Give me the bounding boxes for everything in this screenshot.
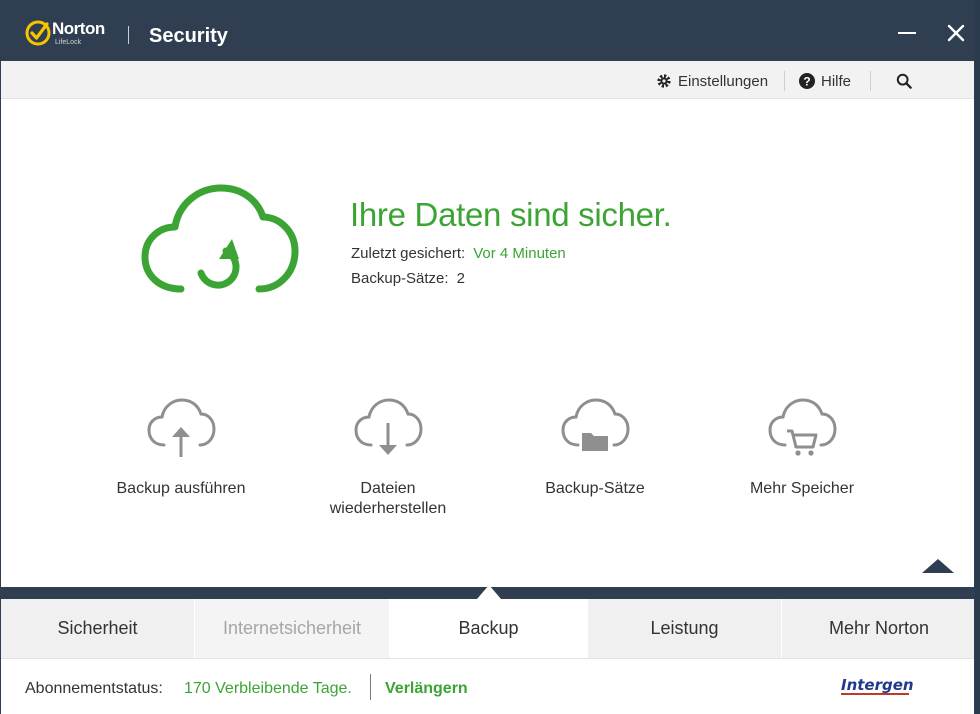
restore-files-label: Dateien wiederherstellen: [329, 480, 447, 517]
renew-link[interactable]: Verlängern: [385, 679, 468, 699]
title-bar: Norton LifeLock Security: [1, 1, 974, 61]
help-button[interactable]: ? Hilfe: [799, 71, 851, 91]
last-backup-row: Zuletzt gesichert: Vor 4 Minuten: [351, 244, 566, 264]
norton-window: Norton LifeLock Security Einstellungen ?…: [0, 0, 975, 714]
brand-name: Norton: [52, 19, 105, 38]
settings-label: Einstellungen: [678, 72, 769, 90]
backup-panel: Ihre Daten sind sicher. Zuletzt gesicher…: [1, 99, 974, 587]
restore-files-button[interactable]: Dateien wiederherstellen: [288, 397, 488, 519]
tab-backup[interactable]: Backup: [390, 599, 588, 658]
settings-button[interactable]: Einstellungen: [656, 71, 768, 91]
active-tab-pointer: [477, 585, 501, 599]
subscription-days-remaining: 170 Verbleibende Tage.: [184, 680, 352, 697]
tab-bar: Sicherheit Internetsicherheit Backup Lei…: [1, 599, 974, 658]
tab-sicherheit[interactable]: Sicherheit: [1, 599, 195, 658]
minimize-button[interactable]: [894, 19, 922, 47]
help-label: Hilfe: [821, 72, 852, 90]
toolbar: Einstellungen ? Hilfe: [1, 61, 974, 99]
app-title: Security: [149, 25, 228, 47]
backup-sets-button[interactable]: Backup-Sätze: [495, 397, 695, 499]
watermark-text: Intergend: [841, 676, 913, 694]
search-icon: [896, 73, 912, 89]
cloud-upload-icon: [147, 398, 216, 457]
toolbar-divider: [784, 71, 785, 91]
cloud-cart-icon: [768, 398, 837, 456]
backup-sets-label: Backup-Sätze:: [351, 270, 449, 287]
subscription-status-label: Abonnementstatus:: [25, 680, 163, 697]
gear-icon: [657, 74, 671, 88]
backup-sets-action-label: Backup-Sätze: [545, 480, 645, 497]
status-divider: [370, 674, 371, 700]
status-headline: Ihre Daten sind sicher.: [350, 196, 672, 233]
cloud-download-icon: [354, 398, 423, 455]
close-icon[interactable]: [942, 19, 970, 47]
more-storage-button[interactable]: Mehr Speicher: [702, 397, 902, 499]
intergend-logo: Intergend: [841, 676, 913, 695]
backup-sets-value: 2: [456, 270, 465, 287]
title-divider: [128, 26, 129, 44]
last-backup-value: Vor 4 Minuten: [473, 245, 566, 262]
tab-internetsicherheit[interactable]: Internetsicherheit: [195, 599, 390, 658]
window-edge: [975, 0, 980, 714]
svg-text:?: ?: [803, 75, 810, 89]
search-button[interactable]: [896, 71, 918, 91]
cloud-folder-icon: [561, 398, 630, 451]
toolbar-divider: [870, 71, 871, 91]
brand-sub: LifeLock: [55, 39, 82, 46]
tab-leistung[interactable]: Leistung: [588, 599, 782, 658]
status-bar: Abonnementstatus: 170 Verbleibende Tage.…: [1, 658, 974, 714]
run-backup-label: Backup ausführen: [116, 480, 246, 497]
cloud-sync-icon: [141, 184, 299, 293]
last-backup-label: Zuletzt gesichert:: [351, 245, 466, 262]
norton-logo-icon: [25, 20, 51, 46]
help-icon: ?: [799, 73, 815, 89]
collapse-arrow-icon[interactable]: [921, 557, 955, 575]
run-backup-button[interactable]: Backup ausführen: [81, 397, 281, 499]
backup-sets-row: Backup-Sätze: 2: [351, 269, 465, 289]
more-storage-label: Mehr Speicher: [749, 480, 855, 497]
tab-mehr-norton[interactable]: Mehr Norton: [782, 599, 976, 658]
